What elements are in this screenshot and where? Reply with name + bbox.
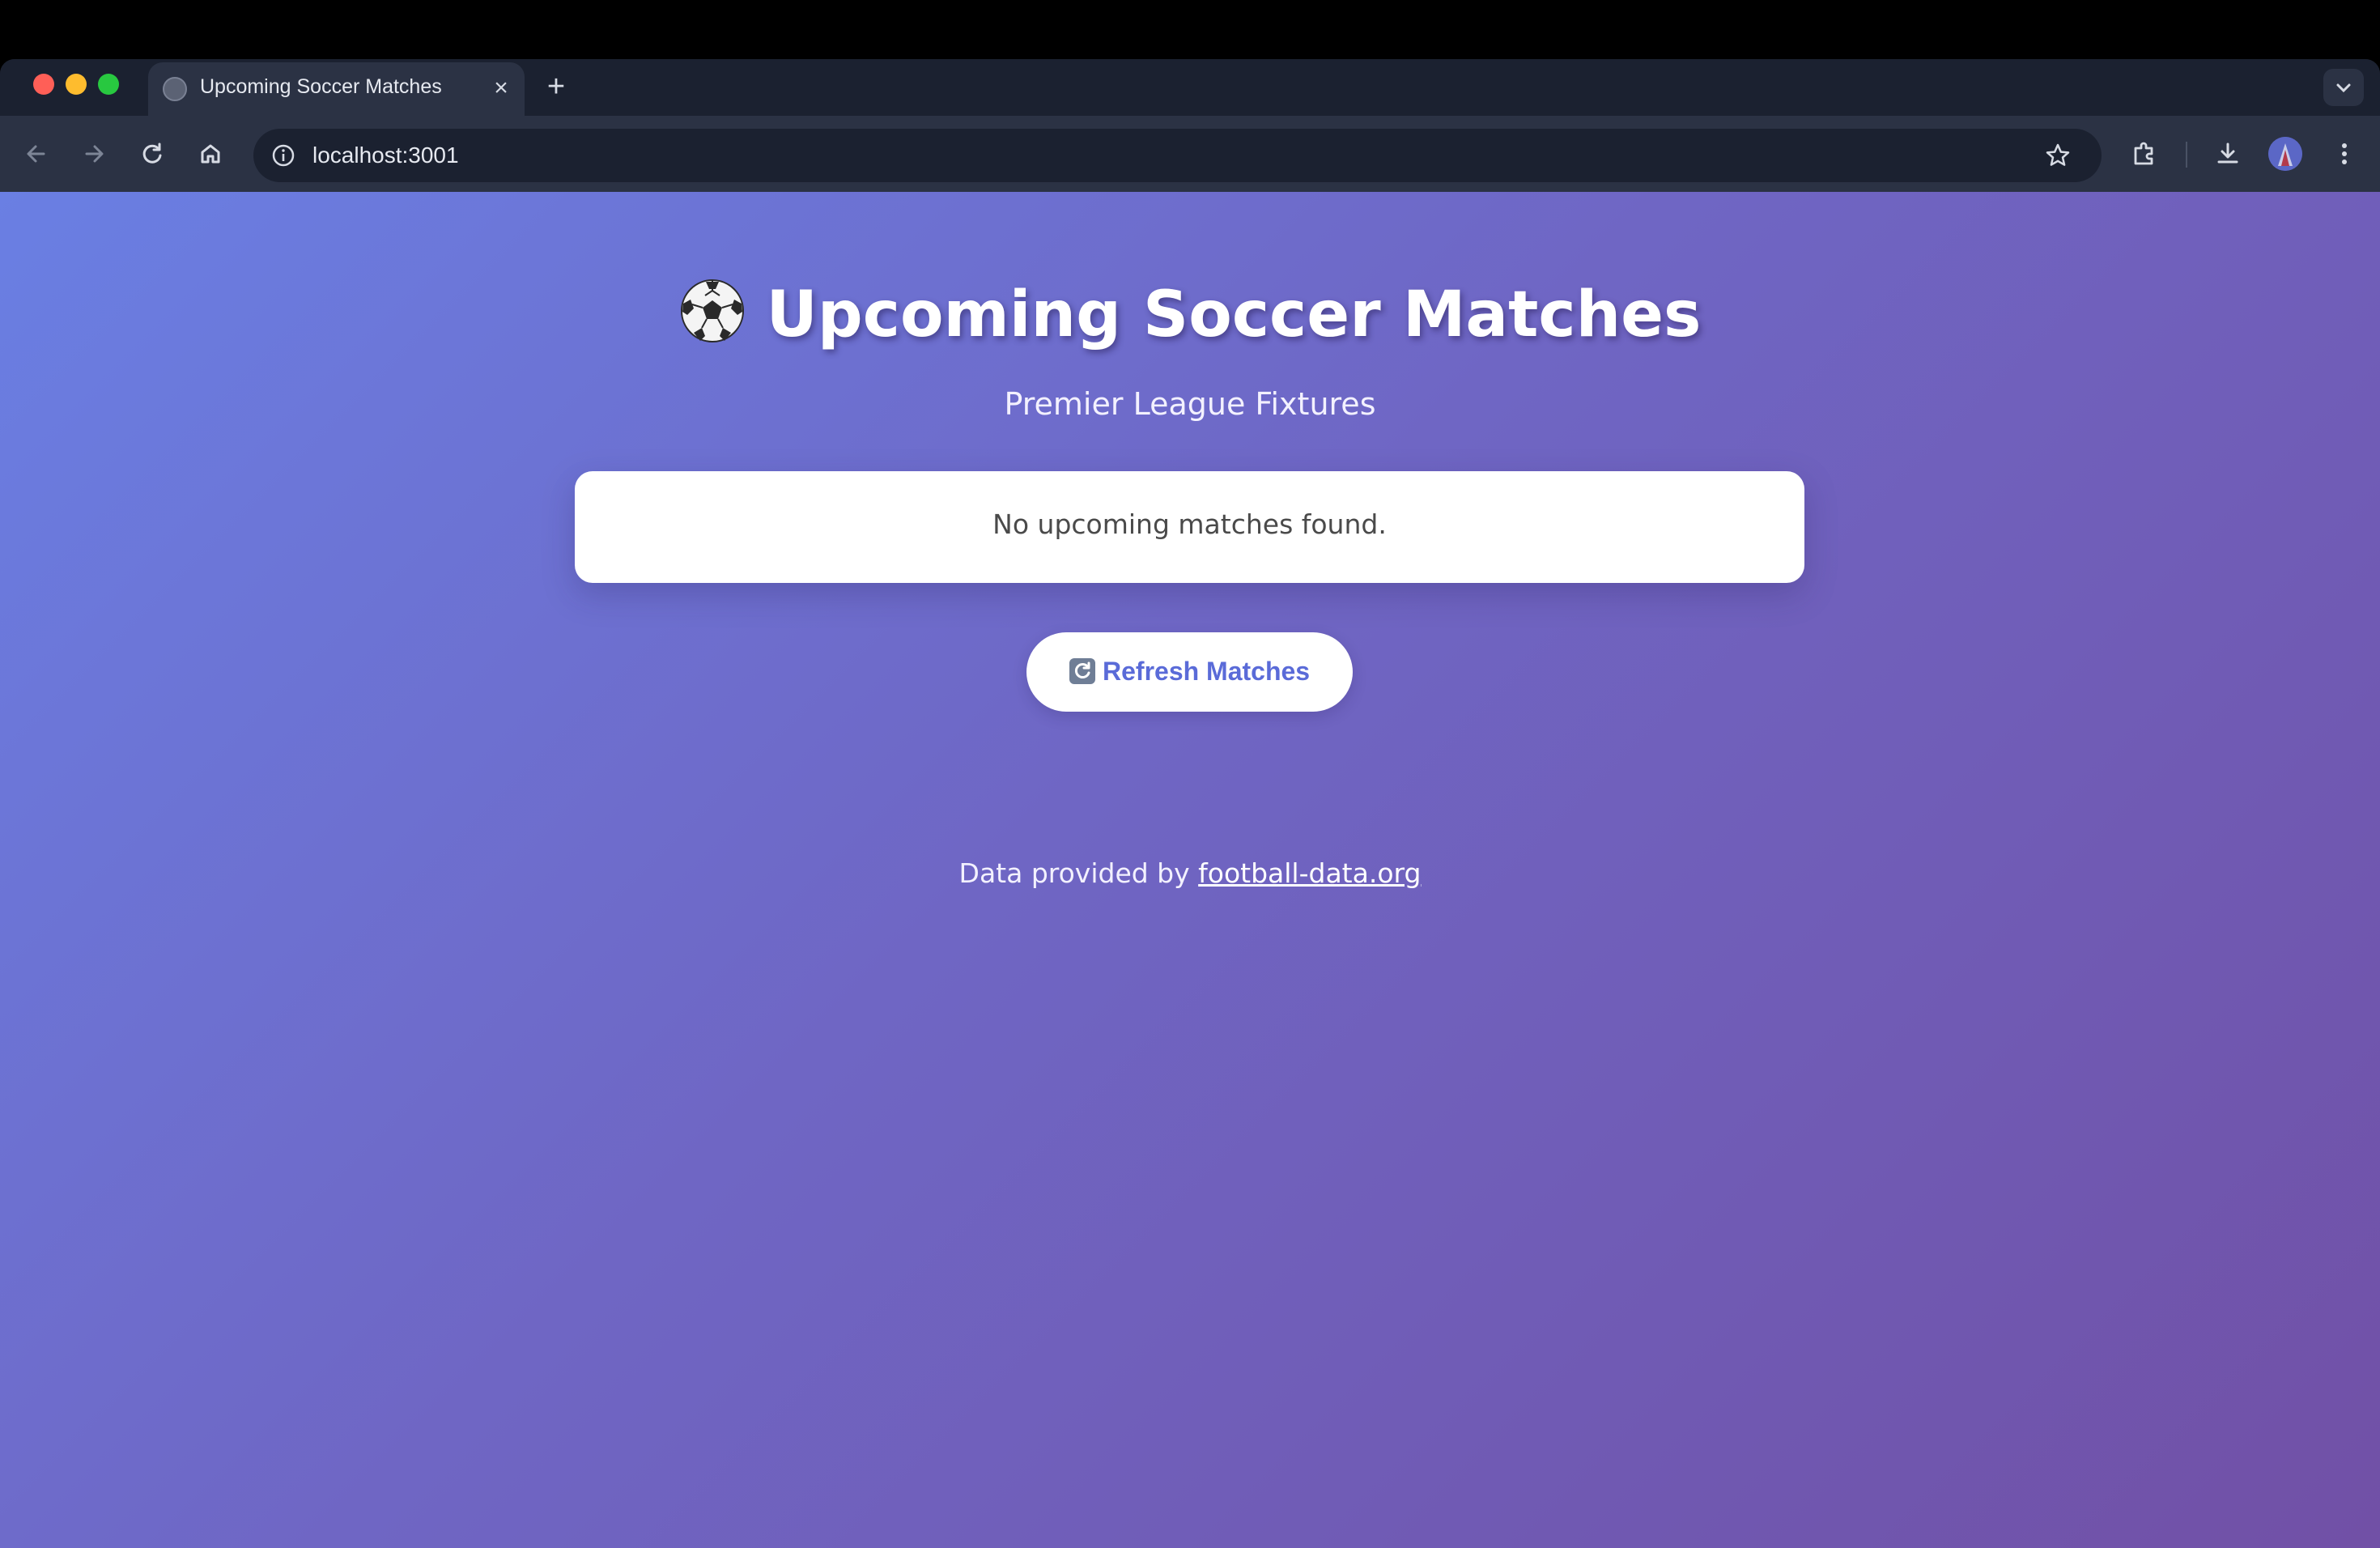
reload-button[interactable] xyxy=(135,137,169,171)
home-button[interactable] xyxy=(193,137,227,171)
footer-text: Data provided by xyxy=(958,857,1190,889)
tab-search-button[interactable] xyxy=(2323,69,2364,106)
soccer-ball-icon xyxy=(680,279,744,342)
page-title-text: Upcoming Soccer Matches xyxy=(766,279,1702,351)
back-arrow-icon xyxy=(27,145,45,163)
bookmark-star-icon[interactable] xyxy=(2042,140,2073,171)
url-text[interactable]: localhost:3001 xyxy=(312,142,459,168)
chevron-down-icon xyxy=(2336,83,2351,93)
refresh-matches-button[interactable]: Refresh Matches xyxy=(1026,632,1353,712)
forward-arrow-icon xyxy=(85,145,104,163)
profile-avatar-icon xyxy=(2268,137,2302,171)
profile-avatar[interactable] xyxy=(2268,137,2302,171)
extensions-icon[interactable] xyxy=(2127,137,2161,171)
more-menu-icon[interactable] xyxy=(2327,137,2361,171)
matches-card: No upcoming matches found. xyxy=(575,471,1804,583)
back-button[interactable] xyxy=(19,137,53,171)
page-subtitle: Premier League Fixtures xyxy=(1004,386,1376,422)
refresh-icon xyxy=(1069,658,1095,684)
download-icon[interactable] xyxy=(2211,137,2245,171)
toolbar-divider xyxy=(2186,142,2187,168)
reload-icon xyxy=(142,142,162,164)
site-info-icon[interactable] xyxy=(270,142,297,169)
tab-strip: Upcoming Soccer Matches × + xyxy=(0,59,2380,116)
page-viewport: Upcoming Soccer Matches Premier League F… xyxy=(0,192,2380,1548)
home-icon xyxy=(201,144,220,164)
close-tab-button[interactable]: × xyxy=(487,70,516,106)
football-data-link[interactable]: football-data.org xyxy=(1198,857,1421,889)
tab-title: Upcoming Soccer Matches xyxy=(200,75,442,98)
refresh-button-label: Refresh Matches xyxy=(1103,657,1311,686)
screen: Upcoming Soccer Matches × + localhost:30… xyxy=(0,0,2380,1548)
page-title: Upcoming Soccer Matches xyxy=(0,278,2380,351)
empty-state-message: No upcoming matches found. xyxy=(992,508,1387,540)
minimize-window-button[interactable] xyxy=(66,74,87,95)
close-window-button[interactable] xyxy=(33,74,54,95)
globe-icon xyxy=(163,77,187,101)
footer: Data provided by football-data.org xyxy=(0,857,2380,889)
tab-upcoming-soccer-matches[interactable]: Upcoming Soccer Matches × xyxy=(148,62,525,116)
new-tab-button[interactable]: + xyxy=(539,70,573,104)
maximize-window-button[interactable] xyxy=(98,74,119,95)
browser-window: Upcoming Soccer Matches × + localhost:30… xyxy=(0,59,2380,1548)
forward-button[interactable] xyxy=(77,137,111,171)
address-bar[interactable]: localhost:3001 xyxy=(253,129,2102,182)
